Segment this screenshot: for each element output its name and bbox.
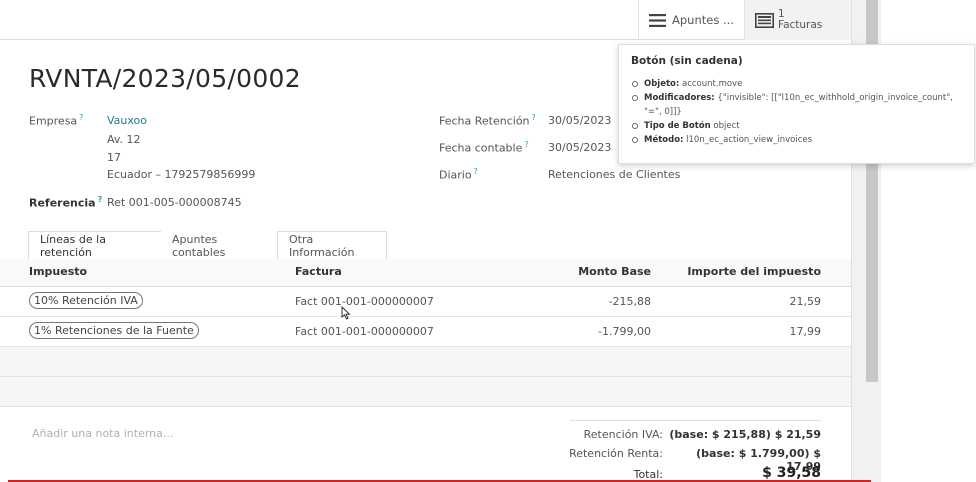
- help-icon[interactable]: ?: [474, 167, 478, 176]
- monto-base-cell: -215,88: [608, 295, 651, 308]
- address-line1: Av. 12: [107, 133, 141, 146]
- diario-label: Diario?: [439, 167, 478, 182]
- empty-row: [0, 347, 851, 377]
- table-header: Impuesto Factura Monto Base Importe del …: [0, 259, 851, 287]
- empty-row: [0, 377, 851, 407]
- invoice-icon: [755, 12, 774, 28]
- help-icon[interactable]: ?: [98, 195, 103, 204]
- total-value: $ 39,58: [762, 465, 821, 481]
- importe-cell: 21,59: [789, 295, 822, 308]
- table-row[interactable]: 1% Retenciones de la Fuente Fact 001-001…: [0, 317, 851, 347]
- apuntes-smart-button[interactable]: Apuntes ...: [638, 0, 744, 40]
- referencia-value[interactable]: Ret 001-005-000008745: [107, 196, 242, 209]
- fecha-contable-label: Fecha contable?: [439, 140, 529, 155]
- help-icon[interactable]: ?: [524, 140, 528, 149]
- facturas-label: Facturas: [778, 19, 823, 31]
- col-importe[interactable]: Importe del impuesto: [681, 265, 821, 278]
- tooltip-title: Botón (sin cadena): [631, 55, 743, 67]
- mouse-cursor-icon: [341, 306, 351, 320]
- retencion-iva-value: (base: $ 215,88) $ 21,59: [669, 428, 821, 441]
- internal-note-input[interactable]: Añadir una nota interna...: [32, 427, 173, 440]
- diario-value[interactable]: Retenciones de Clientes: [548, 168, 680, 181]
- retencion-iva-label: Retención IVA:: [583, 428, 663, 441]
- fecha-retencion-value[interactable]: 30/05/2023: [548, 114, 611, 127]
- withhold-lines-table: Impuesto Factura Monto Base Importe del …: [0, 259, 851, 407]
- record-title: RVNTA/2023/05/0002: [29, 64, 301, 93]
- list-icon: [649, 13, 666, 27]
- col-factura[interactable]: Factura: [295, 265, 342, 278]
- address-line2: 17: [107, 151, 121, 164]
- tooltip-metodo: Método: l10n_ec_action_view_invoices: [631, 133, 962, 147]
- factura-cell: Fact 001-001-000000007: [295, 295, 434, 308]
- tab-lineas-retencion[interactable]: Líneas de la retención: [28, 231, 162, 261]
- empresa-label: Empresa?: [29, 113, 84, 128]
- notebook-tabs: Líneas de la retención Apuntes contables…: [0, 231, 851, 261]
- factura-cell: Fact 001-001-000000007: [295, 325, 434, 338]
- help-icon[interactable]: ?: [532, 113, 536, 122]
- address-line3: Ecuador – 1792579856999: [107, 168, 256, 181]
- help-icon[interactable]: ?: [79, 113, 83, 122]
- col-monto-base[interactable]: Monto Base: [551, 265, 651, 278]
- tab-otra-informacion[interactable]: Otra Información: [277, 231, 387, 261]
- button-box: Apuntes ... 1 Facturas: [0, 0, 851, 40]
- tax-tag: 1% Retenciones de la Fuente: [29, 322, 199, 339]
- table-row[interactable]: 10% Retención IVA Fact 001-001-000000007…: [0, 287, 851, 317]
- tooltip-objeto: Objeto: account.move: [631, 77, 962, 91]
- apuntes-label: Apuntes ...: [672, 13, 734, 27]
- col-impuesto[interactable]: Impuesto: [29, 265, 87, 278]
- tab-apuntes-contables[interactable]: Apuntes contables: [161, 231, 278, 261]
- tooltip-list: Objeto: account.move Modificadores: {"in…: [631, 77, 962, 147]
- totals-divider: [570, 420, 821, 421]
- tooltip-tipo: Tipo de Botón object: [631, 119, 962, 133]
- debug-tooltip: Botón (sin cadena) Objeto: account.move …: [618, 44, 975, 164]
- importe-cell: 17,99: [789, 325, 822, 338]
- fecha-retencion-label: Fecha Retención?: [439, 113, 536, 128]
- tooltip-modificadores: Modificadores: {"invisible": [["l10n_ec_…: [631, 91, 962, 119]
- fecha-contable-value[interactable]: 30/05/2023: [548, 141, 611, 154]
- monto-base-cell: -1.799,00: [598, 325, 651, 338]
- tax-tag: 10% Retención IVA: [29, 292, 143, 309]
- referencia-label: Referencia?: [29, 195, 103, 210]
- empresa-link[interactable]: Vauxoo: [107, 114, 147, 127]
- retencion-renta-label: Retención Renta:: [569, 447, 663, 460]
- facturas-smart-button[interactable]: 1 Facturas: [744, 0, 851, 40]
